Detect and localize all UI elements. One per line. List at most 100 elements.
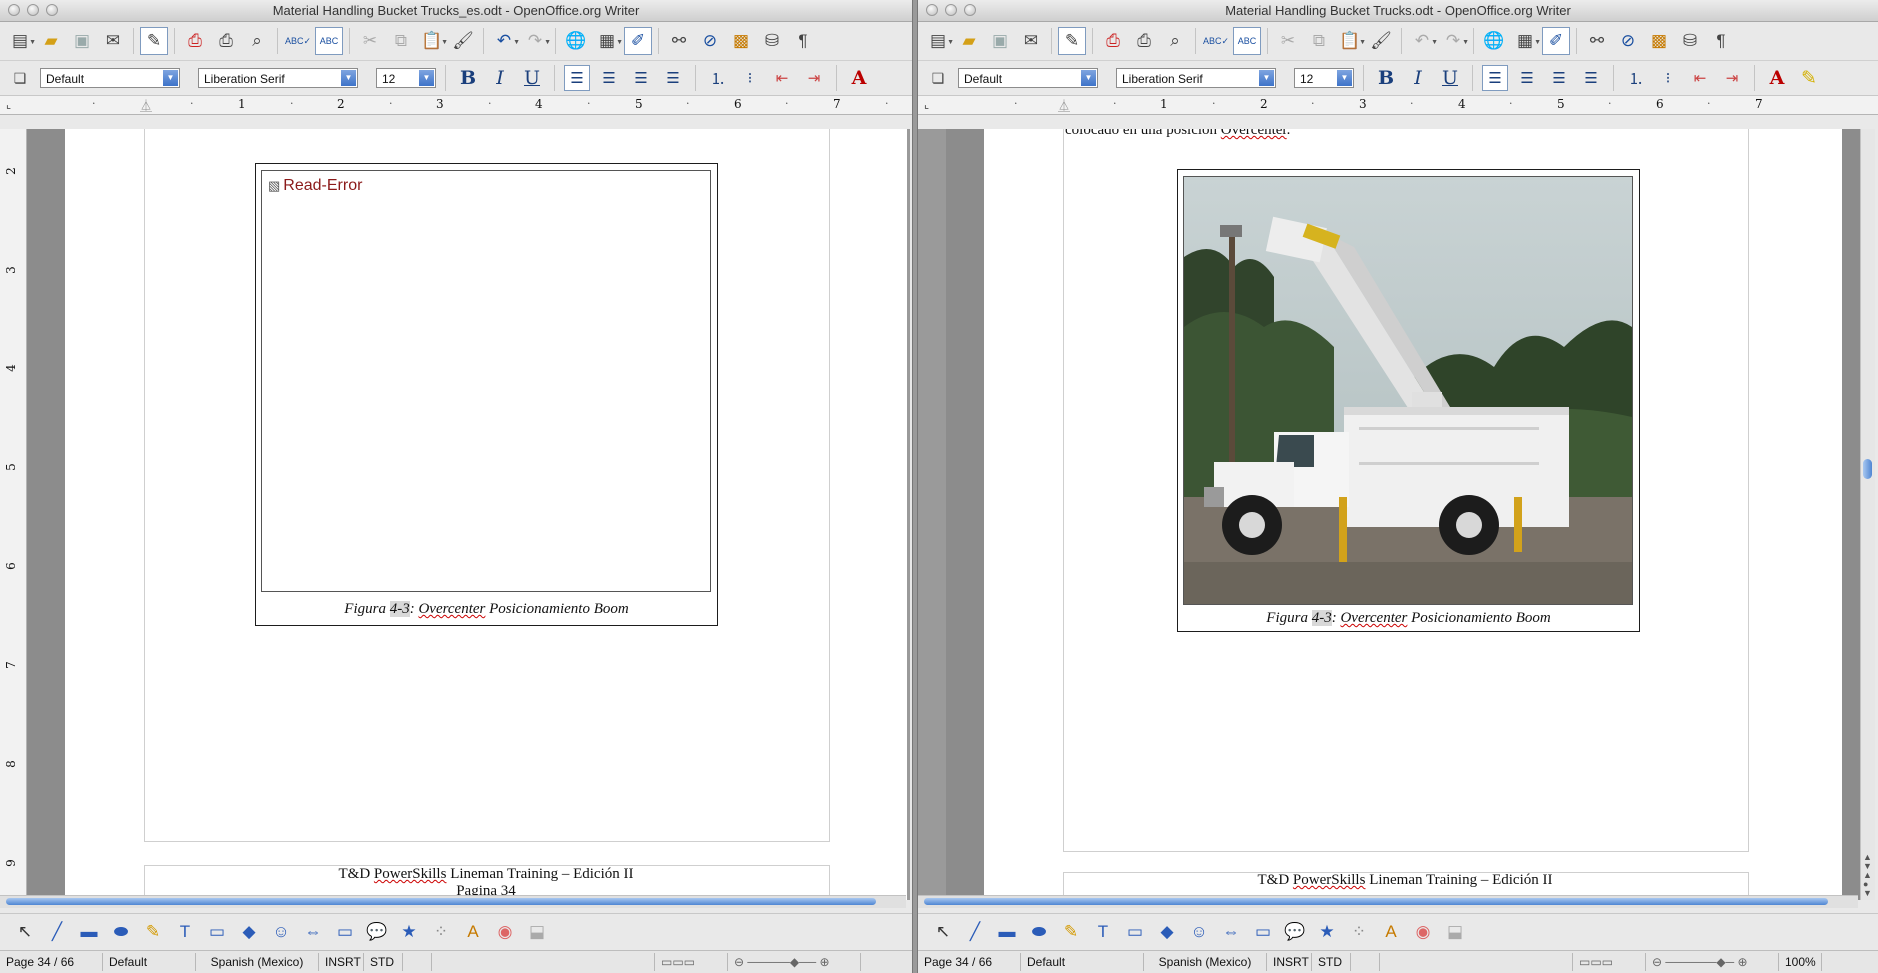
undo-icon[interactable]: ↶ ▼ — [1408, 27, 1438, 55]
increase-indent-icon[interactable]: ⇥ — [1719, 65, 1745, 91]
horizontal-scrollbar[interactable] — [0, 895, 906, 908]
scroll-thumb[interactable] — [924, 898, 1828, 905]
format-paintbrush-icon[interactable]: 🖌 — [1367, 27, 1395, 55]
align-right-icon[interactable]: ☰ — [628, 65, 654, 91]
rectangle-icon[interactable]: ▬ — [76, 919, 102, 945]
open-folder-icon[interactable]: ▰ — [37, 27, 65, 55]
tab-stop-icon[interactable]: ⌞ — [6, 98, 11, 111]
figure-caption[interactable]: Figura 4-3: Overcenter Posicionamiento B… — [256, 601, 717, 618]
hyperlink-icon[interactable]: 🌐 — [1480, 27, 1508, 55]
zoom-slider[interactable]: ⊖ ──────◆─ ⊕ — [1646, 953, 1779, 971]
callouts-icon[interactable]: 💬 — [364, 919, 390, 945]
ellipse-icon[interactable]: ⬬ — [108, 919, 134, 945]
align-center-icon[interactable]: ☰ — [596, 65, 622, 91]
formatting-marks-icon[interactable]: ¶ — [1707, 27, 1735, 55]
bold-button[interactable]: B — [1373, 65, 1399, 91]
format-paintbrush-icon[interactable]: 🖌 — [449, 27, 477, 55]
new-document-icon[interactable]: ▤ ▼ — [6, 27, 36, 55]
minimize-button[interactable] — [945, 4, 957, 16]
insert-mode[interactable]: INSRT — [1267, 953, 1312, 971]
save-icon[interactable]: ▣ — [68, 27, 96, 55]
document-area[interactable]: colocado en una posición Overcenter. Fig… — [918, 129, 1860, 900]
title-bar[interactable]: Material Handling Bucket Trucks_es.odt -… — [0, 0, 912, 22]
chevron-down-icon[interactable]: ▼ — [163, 70, 178, 86]
points-icon[interactable]: ⁘ — [428, 919, 454, 945]
page-style[interactable]: Default — [1021, 953, 1144, 971]
page-footer[interactable]: T&D PowerSkills Lineman Training – Edici… — [1063, 872, 1747, 889]
flowchart-icon[interactable]: ▭ — [332, 919, 358, 945]
copy-icon[interactable]: ⧉ — [1305, 27, 1333, 55]
align-right-icon[interactable]: ☰ — [1546, 65, 1572, 91]
page-style[interactable]: Default — [103, 953, 196, 971]
fontwork-icon[interactable]: A — [1378, 919, 1404, 945]
show-draw-functions-icon[interactable]: ✐ — [624, 27, 652, 55]
from-file-icon[interactable]: ◉ — [492, 919, 518, 945]
font-name-combo[interactable]: Liberation Serif ▼ — [198, 68, 358, 88]
font-color-icon[interactable]: A — [846, 65, 872, 91]
page-count[interactable]: Page 34 / 66 — [0, 953, 103, 971]
find-replace-icon[interactable]: ⚯ — [665, 27, 693, 55]
document-page[interactable]: ▧ Read-Error Figura 4-3: Overcenter Posi… — [65, 129, 907, 900]
export-pdf-icon[interactable]: ⎙ — [181, 27, 209, 55]
image-frame[interactable]: Figura 4-3: Overcenter Posicionamiento B… — [1177, 169, 1640, 632]
callout-icon[interactable]: ▭ — [204, 919, 230, 945]
stars-icon[interactable]: ★ — [1314, 919, 1340, 945]
title-bar[interactable]: Material Handling Bucket Trucks.odt - Op… — [918, 0, 1878, 22]
spellcheck-icon[interactable]: ABC✓ — [284, 27, 312, 55]
chevron-down-icon[interactable]: ▼ — [1081, 70, 1096, 86]
view-layout-icon[interactable]: ▭▭▭ — [655, 953, 728, 971]
horizontal-scrollbar[interactable] — [918, 895, 1858, 908]
edit-file-icon[interactable]: ✎ — [1058, 27, 1086, 55]
find-replace-icon[interactable]: ⚯ — [1583, 27, 1611, 55]
vertical-ruler[interactable]: 2 3 4 5 6 7 8 9 — [0, 129, 27, 900]
bold-button[interactable]: B — [455, 65, 481, 91]
symbol-shapes-icon[interactable]: ☺ — [268, 919, 294, 945]
underline-button[interactable]: U — [1437, 65, 1463, 91]
zoom-button[interactable] — [46, 4, 58, 16]
email-icon[interactable]: ✉ — [1017, 27, 1045, 55]
view-layout-icon[interactable]: ▭▭▭ — [1573, 953, 1646, 971]
redo-icon[interactable]: ↷ ▼ — [521, 27, 551, 55]
justify-icon[interactable]: ☰ — [660, 65, 686, 91]
block-arrows-icon[interactable]: ⇔ — [300, 919, 326, 945]
save-icon[interactable]: ▣ — [986, 27, 1014, 55]
paragraph-style-combo[interactable]: Default ▼ — [958, 68, 1098, 88]
autospellcheck-icon[interactable]: ABC — [315, 27, 343, 55]
numbering-icon[interactable]: ⒈ — [1623, 65, 1649, 91]
bullets-icon[interactable]: ⁝ — [1655, 65, 1681, 91]
align-center-icon[interactable]: ☰ — [1514, 65, 1540, 91]
scroll-arrows-icon[interactable]: ▲ ▼ ▲ ● ▼ — [1863, 853, 1872, 898]
numbering-icon[interactable]: ⒈ — [705, 65, 731, 91]
chevron-down-icon[interactable]: ▼ — [1259, 70, 1274, 86]
rectangle-icon[interactable]: ▬ — [994, 919, 1020, 945]
freeform-icon[interactable]: ✎ — [140, 919, 166, 945]
align-left-icon[interactable]: ☰ — [1482, 65, 1508, 91]
new-document-icon[interactable]: ▤ ▼ — [924, 27, 954, 55]
print-icon[interactable]: ⎙ — [212, 27, 240, 55]
edit-file-icon[interactable]: ✎ — [140, 27, 168, 55]
figure-caption[interactable]: Figura 4-3: Overcenter Posicionamiento B… — [1178, 610, 1639, 627]
chevron-down-icon[interactable]: ▼ — [1337, 70, 1352, 86]
align-left-icon[interactable]: ☰ — [564, 65, 590, 91]
basic-shapes-icon[interactable]: ◆ — [1154, 919, 1180, 945]
scroll-thumb[interactable] — [6, 898, 876, 905]
export-pdf-icon[interactable]: ⎙ — [1099, 27, 1127, 55]
navigator-icon[interactable]: ⊘ — [696, 27, 724, 55]
cut-icon[interactable]: ✂ — [1274, 27, 1302, 55]
font-name-combo[interactable]: Liberation Serif ▼ — [1116, 68, 1276, 88]
horizontal-ruler[interactable]: ⌞ · ⏅ 1 2 3 4 5 6 7 · · · · · · · · — [0, 96, 912, 115]
zoom-level[interactable]: 100% — [1779, 953, 1822, 971]
navigator-icon[interactable]: ⊘ — [1614, 27, 1642, 55]
email-icon[interactable]: ✉ — [99, 27, 127, 55]
select-arrow-icon[interactable]: ↖ — [12, 919, 38, 945]
block-arrows-icon[interactable]: ⇔ — [1218, 919, 1244, 945]
ellipse-icon[interactable]: ⬬ — [1026, 919, 1052, 945]
flowchart-icon[interactable]: ▭ — [1250, 919, 1276, 945]
hyperlink-icon[interactable]: 🌐 — [562, 27, 590, 55]
body-text-line[interactable]: colocado en una posición Overcenter. — [1065, 129, 1290, 139]
scroll-thumb[interactable] — [1863, 459, 1872, 479]
select-arrow-icon[interactable]: ↖ — [930, 919, 956, 945]
page-count[interactable]: Page 34 / 66 — [918, 953, 1021, 971]
italic-button[interactable]: I — [487, 65, 513, 91]
font-color-icon[interactable]: A — [1764, 65, 1790, 91]
